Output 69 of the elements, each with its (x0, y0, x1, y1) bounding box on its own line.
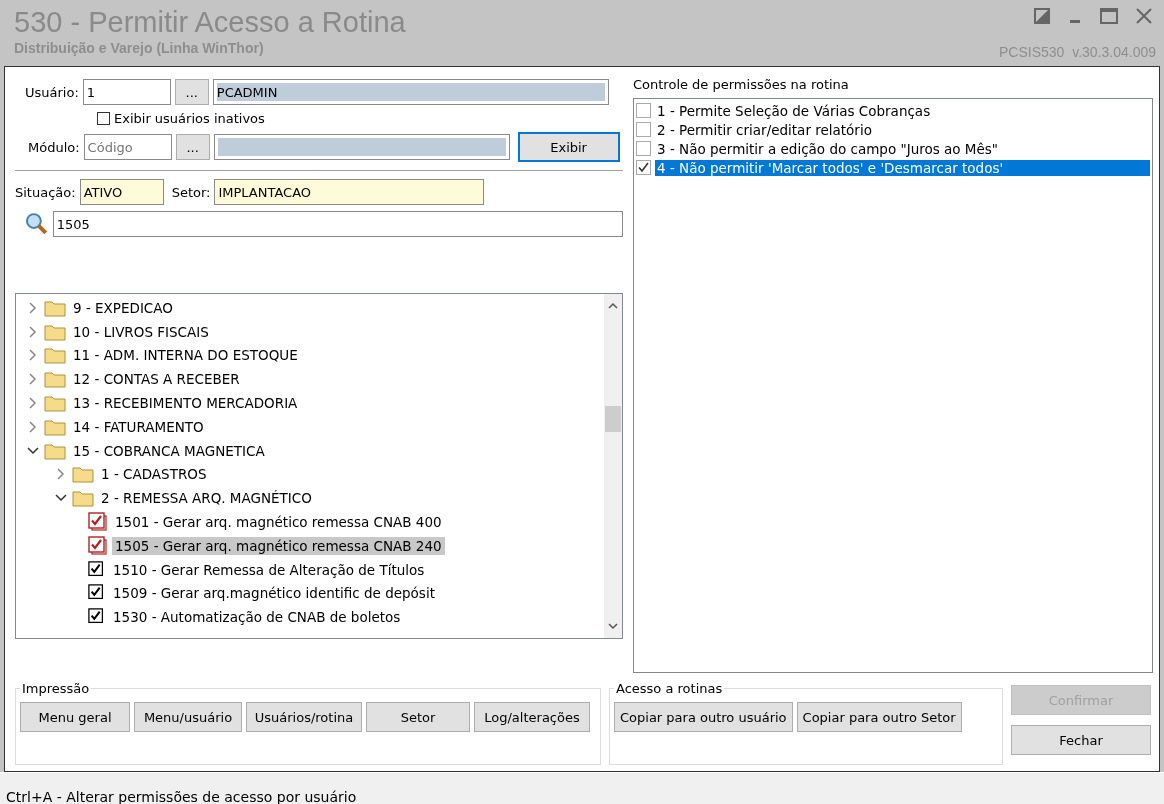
tree-item[interactable]: 11 - ADM. INTERNA DO ESTOQUE (70, 346, 301, 365)
permission-item[interactable]: 4 - Não permitir 'Marcar todos' e 'Desmarcar todos' (655, 159, 1150, 176)
tree-item[interactable]: 1509 - Gerar arq.magnético identific de depósit (110, 584, 438, 603)
tree-item[interactable]: 15 - COBRANCA MAGNETICA (70, 441, 268, 460)
scroll-down-icon[interactable] (607, 620, 619, 632)
lookup-button[interactable]: ... (174, 79, 209, 105)
permission-item[interactable]: 1 - Permite Seleção de Várias Cobranças (655, 102, 933, 119)
copy-button[interactable]: Copiar para outro usuário (614, 702, 793, 732)
permission-item[interactable]: 2 - Permitir criar/editar relatório (655, 121, 874, 138)
checkbox[interactable] (636, 160, 651, 175)
folder-icon (44, 417, 66, 436)
maximize-icon[interactable] (1100, 8, 1118, 24)
folder-icon (44, 322, 66, 341)
tree-item[interactable]: 1501 - Gerar arq. magnético remessa CNAB 400 (112, 513, 445, 532)
lookup-button[interactable]: ... (175, 134, 210, 160)
module-name-field[interactable] (213, 134, 510, 160)
folder-icon (72, 465, 94, 484)
checkbox[interactable] (88, 512, 108, 533)
sector-field[interactable]: IMPLANTACAO (214, 179, 485, 205)
checkbox[interactable] (97, 112, 110, 125)
show-button[interactable]: Exibir (517, 132, 620, 162)
close-icon[interactable] (1136, 8, 1152, 24)
checkbox[interactable] (636, 122, 651, 137)
tree-item[interactable]: 13 - RECEBIMENTO MERCADORIA (70, 394, 301, 413)
group-title: Acesso a rotinas (615, 681, 724, 696)
field-label: Módulo: (28, 139, 80, 155)
action-button[interactable]: Fechar (1011, 725, 1151, 755)
tree-item[interactable]: 1505 - Gerar arq. magnético remessa CNAB 240 (112, 536, 445, 555)
folder-icon (44, 346, 66, 365)
checkbox[interactable] (636, 141, 651, 156)
checkbox-label: Exibir usuários inativos (114, 111, 265, 126)
folder-icon (44, 441, 66, 460)
checkbox[interactable] (636, 103, 651, 118)
user-name-field[interactable]: PCADMIN (212, 79, 609, 105)
folder-icon (44, 370, 66, 389)
search-field[interactable]: 1505 (52, 211, 623, 237)
tree-item[interactable]: 1 - CADASTROS (98, 465, 210, 484)
folder-icon (72, 489, 94, 508)
checkbox[interactable] (88, 560, 106, 579)
tree-item[interactable]: 12 - CONTAS A RECEBER (70, 370, 243, 389)
checkbox[interactable] (88, 535, 108, 556)
field-label: Situação: (15, 184, 76, 200)
window-title: 530 - Permitir Acesso a Rotina (14, 5, 406, 40)
module-code-field[interactable]: Código (83, 134, 172, 160)
status-field[interactable]: ATIVO (79, 179, 164, 205)
status-text: Ctrl+A - Alterar permissões de acesso por usuário (6, 789, 357, 804)
folder-icon (44, 298, 66, 317)
panel-title: Controle de permissões na rotina (633, 77, 850, 92)
print-button[interactable]: Setor (366, 702, 470, 732)
folder-icon (44, 394, 66, 413)
permission-item[interactable]: 3 - Não permitir a edição do campo "Juros ao Mês" (655, 140, 1001, 157)
group-title: Impressão (21, 681, 91, 696)
tree-item[interactable]: 9 - EXPEDICAO (70, 298, 176, 317)
tree-item[interactable]: 1510 - Gerar Remessa de Alteração de Títulos (110, 560, 428, 579)
field-label: Setor: (171, 184, 211, 200)
search-icon (25, 212, 49, 236)
tree-item[interactable]: 14 - FATURAMENTO (70, 417, 207, 436)
print-button[interactable]: Usuários/rotina (246, 702, 362, 732)
scrollbar-thumb[interactable] (605, 406, 621, 432)
print-button[interactable]: Menu/usuário (134, 702, 242, 732)
print-button[interactable]: Log/alterações (474, 702, 590, 732)
user-code-field[interactable]: 1 (82, 79, 171, 105)
field-label: Usuário: (25, 84, 79, 100)
tree-item[interactable]: 2 - REMESSA ARQ. MAGNÉTICO (98, 489, 315, 508)
copy-button[interactable]: Copiar para outro Setor (796, 702, 962, 732)
restore-icon[interactable] (1034, 8, 1050, 24)
tree-item[interactable]: 10 - LIVROS FISCAIS (70, 322, 212, 341)
tree-item[interactable]: 1530 - Automatização de CNAB de boletos (110, 608, 404, 627)
print-button[interactable]: Menu geral (20, 702, 130, 732)
